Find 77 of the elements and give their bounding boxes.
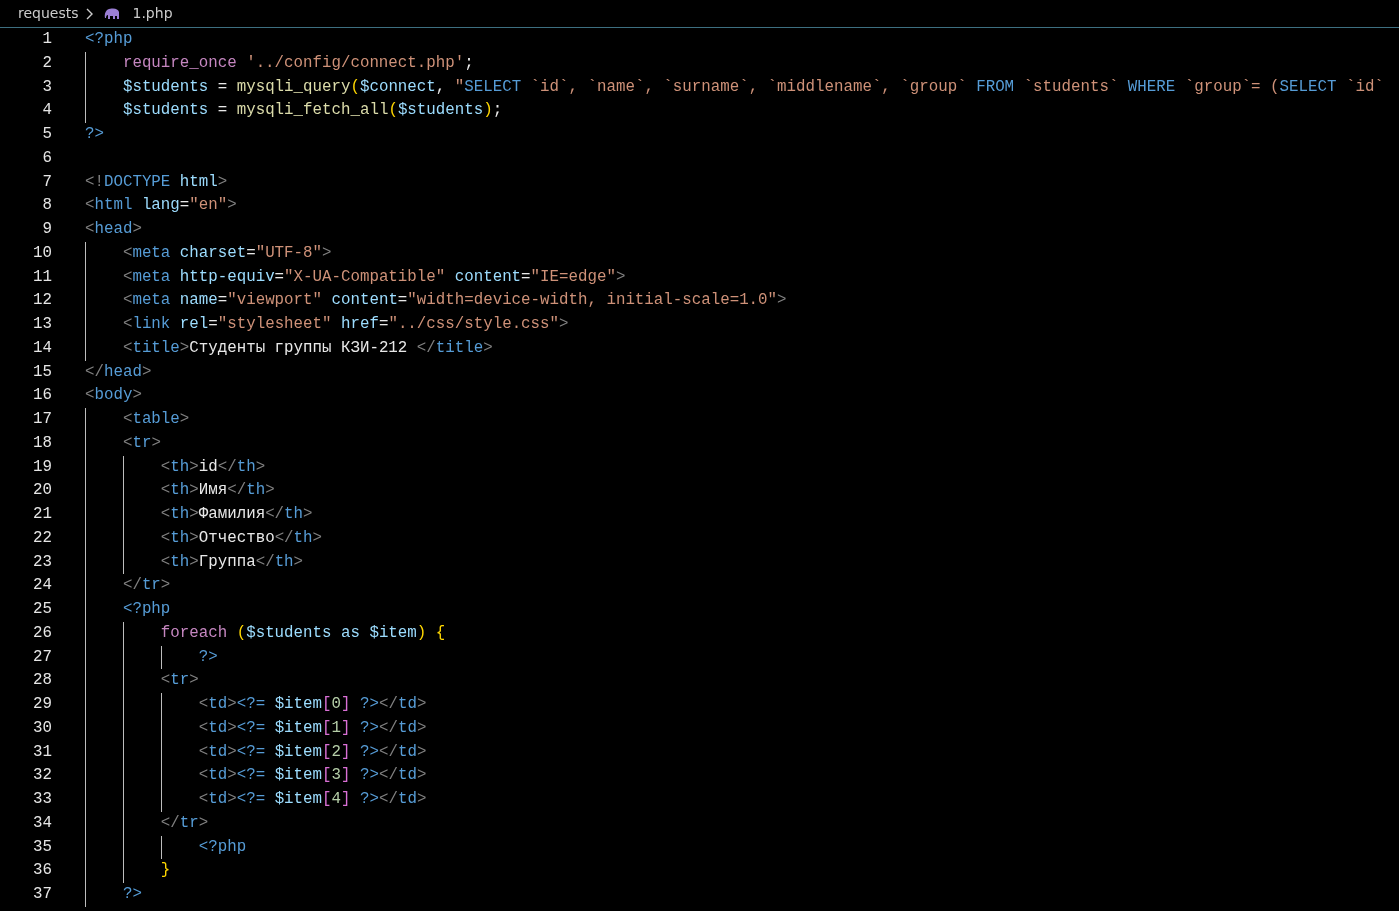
line-number: 30 (32, 717, 52, 739)
line-number: 4 (41, 100, 52, 122)
line-number: 12 (32, 290, 52, 312)
line-number: 33 (32, 789, 52, 810)
line-number: 7 (41, 171, 52, 193)
line-number: 14 (32, 337, 52, 359)
code-line: </head> (85, 362, 152, 381)
line-number: 19 (32, 456, 52, 478)
line-number: 15 (32, 361, 52, 383)
line-number: 32 (32, 765, 52, 787)
code-line: <th>Имя</th> (159, 481, 275, 500)
code-line: <th>Группа</th> (159, 552, 304, 571)
code-line: <tr> (159, 671, 199, 690)
line-number: 20 (32, 480, 52, 502)
code-line: ?> (197, 647, 218, 666)
code-line: require_once '../config/connect.php'; (121, 53, 474, 72)
line-number: 28 (32, 670, 52, 692)
line-number: 35 (32, 836, 52, 858)
line-number: 37 (32, 884, 52, 905)
code-line: <html lang="en"> (85, 196, 237, 215)
line-number: 22 (32, 527, 52, 549)
line-number: 24 (32, 575, 52, 597)
line-number: 10 (32, 242, 52, 264)
code-line: <th>id</th> (159, 457, 266, 476)
line-number: 26 (32, 622, 52, 644)
line-number: 6 (41, 147, 52, 169)
code-line: <th>Отчество</th> (159, 528, 323, 547)
breadcrumb-folder[interactable]: requests (18, 3, 79, 24)
code-line: <title>Студенты группы КЗИ-212 </title> (121, 338, 493, 357)
line-number: 34 (32, 812, 52, 834)
code-line: <meta http-equiv="X-UA-Compatible" content="IE=edge"> (121, 267, 626, 286)
code-line: <th>Фамилия</th> (159, 505, 313, 523)
code-line: </tr> (159, 813, 209, 832)
code-line: </tr> (121, 576, 171, 595)
code-line: <td><?= $item[0] ?></td> (197, 695, 427, 713)
breadcrumb-file[interactable]: 1.php (132, 3, 173, 24)
line-number: 2 (41, 52, 52, 74)
code-line: <tr> (121, 433, 161, 452)
code-line: $students = mysqli_query($connect, "SELECT `id`, `name`, `surname`, `middlename`, `group` FROM `students` WHERE `group`= (SELECT `id` (121, 77, 1384, 96)
line-number: 17 (32, 409, 52, 430)
code-line: <link rel="stylesheet" href="../css/style.css"> (121, 315, 569, 333)
elephant-icon (103, 7, 121, 20)
code-line: $students = mysqli_fetch_all($students); (121, 101, 503, 120)
line-number: 18 (32, 432, 52, 454)
code-line: <td><?= $item[4] ?></td> (197, 790, 427, 808)
line-number: 11 (32, 266, 52, 288)
line-number: 36 (32, 860, 52, 882)
chevron-right-icon (84, 7, 94, 20)
code-line: foreach ($students as $item) { (159, 623, 446, 642)
code-line: <?php (121, 600, 171, 618)
code-line: <td><?= $item[1] ?></td> (197, 718, 427, 737)
code-line: <td><?= $item[2] ?></td> (197, 742, 427, 761)
line-number: 8 (41, 195, 52, 217)
line-number: 29 (32, 694, 52, 715)
line-number: 3 (41, 76, 52, 98)
line-number: 1 (41, 29, 52, 50)
line-number: 16 (32, 385, 52, 407)
code-line: <?php (85, 30, 133, 48)
line-number: 13 (32, 314, 52, 335)
line-number: 25 (32, 599, 52, 620)
line-number: 23 (32, 551, 52, 573)
code-line: <!DOCTYPE html> (85, 172, 228, 191)
line-number: 27 (32, 646, 52, 668)
line-number: 31 (32, 741, 52, 763)
code-line: } (159, 861, 171, 880)
code-line: <meta name="viewport" content="width=device-width, initial-scale=1.0"> (121, 291, 787, 310)
code-line: ?> (121, 885, 142, 903)
code-line: <?php (197, 837, 247, 856)
code-line: <meta charset="UTF-8"> (121, 243, 332, 262)
line-number: 9 (41, 219, 52, 240)
code-line: <body> (85, 386, 142, 405)
code-line: <td><?= $item[3] ?></td> (197, 766, 427, 785)
line-number: 21 (32, 504, 52, 525)
code-line: ?> (85, 125, 104, 143)
line-number: 5 (41, 124, 52, 145)
code-line: <table> (121, 410, 190, 428)
code-line: <head> (85, 220, 142, 238)
